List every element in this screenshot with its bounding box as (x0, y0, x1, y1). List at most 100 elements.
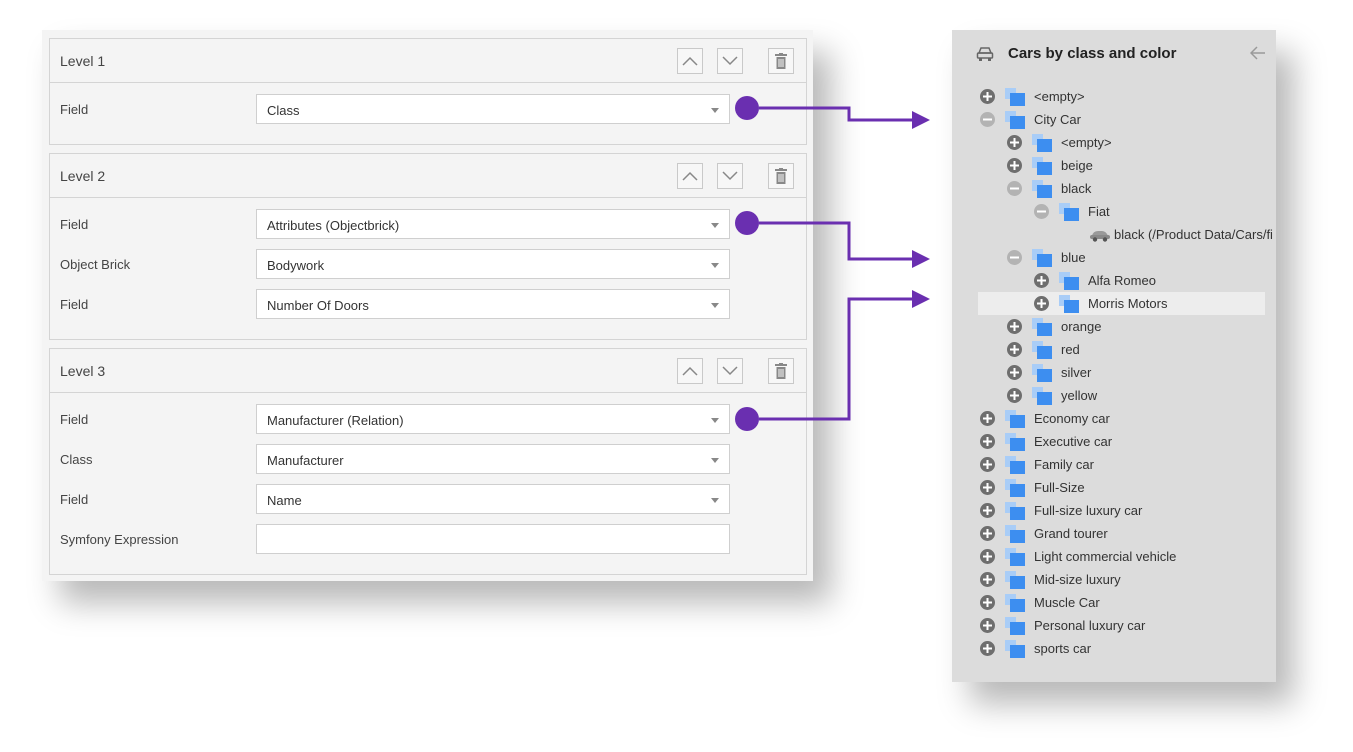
field-select[interactable]: Manufacturer (Relation) (256, 404, 730, 434)
field-select[interactable]: Class (256, 94, 730, 124)
tree-node-label: Grand tourer (1034, 526, 1108, 541)
tree-node-label: black (/Product Data/Cars/fi (1114, 227, 1273, 242)
field-select-value: Number Of Doors (267, 298, 369, 313)
level-2-objectbrick-row: Object Brick Bodywork (50, 249, 806, 279)
tree-node-label: beige (1061, 158, 1093, 173)
tree-node[interactable]: Personal luxury car (952, 614, 1264, 637)
tree-node[interactable]: Alfa Romeo (952, 269, 1264, 292)
expand-icon[interactable] (980, 411, 995, 426)
tree-node[interactable]: Muscle Car (952, 591, 1264, 614)
chevron-down-icon (711, 223, 719, 228)
tree-node-label: silver (1061, 365, 1092, 380)
tree-node[interactable]: red (952, 338, 1264, 361)
delete-level-button[interactable] (768, 163, 794, 189)
connector-arrowhead (912, 290, 930, 308)
tree-node-label: sports car (1034, 641, 1092, 656)
tree-node[interactable]: Mid-size luxury (952, 568, 1264, 591)
expand-icon[interactable] (1007, 158, 1022, 173)
move-up-button[interactable] (677, 358, 703, 384)
expand-icon[interactable] (980, 457, 995, 472)
tree-node-label: Economy car (1034, 411, 1110, 426)
chevron-down-icon (711, 418, 719, 423)
tree-node[interactable]: yellow (952, 384, 1264, 407)
tree-node-label: Light commercial vehicle (1034, 549, 1177, 564)
chevron-down-icon (711, 263, 719, 268)
expand-icon[interactable] (980, 434, 995, 449)
field-label: Field (60, 297, 89, 312)
tree-node[interactable]: Full-size luxury car (952, 499, 1264, 522)
expand-icon[interactable] (980, 503, 995, 518)
class-select[interactable]: Manufacturer (256, 444, 730, 474)
folder-icon (1005, 525, 1025, 543)
connector-arrowhead (912, 250, 930, 268)
level-3-header: Level 3 (50, 349, 806, 393)
tree-node-label: Morris Motors (1088, 296, 1168, 311)
field-select[interactable]: Attributes (Objectbrick) (256, 209, 730, 239)
tree-node[interactable]: sports car (952, 637, 1264, 660)
collapse-icon[interactable] (1007, 181, 1022, 196)
car-icon (976, 47, 994, 61)
tree-node[interactable]: <empty> (952, 131, 1264, 154)
tree-node-label: Family car (1034, 457, 1094, 472)
tree-node[interactable]: Light commercial vehicle (952, 545, 1264, 568)
field-select[interactable]: Number Of Doors (256, 289, 730, 319)
expand-icon[interactable] (980, 572, 995, 587)
level-1-header: Level 1 (50, 39, 806, 83)
expand-icon[interactable] (1007, 135, 1022, 150)
move-down-button[interactable] (717, 358, 743, 384)
tree-node[interactable]: blue (952, 246, 1264, 269)
tree-node[interactable]: Full-Size (952, 476, 1264, 499)
tree-node[interactable]: <empty> (952, 85, 1264, 108)
expand-icon[interactable] (1007, 388, 1022, 403)
tree-node[interactable]: silver (952, 361, 1264, 384)
field-select-value: Name (267, 493, 302, 508)
tree-node[interactable]: black (/Product Data/Cars/fi (952, 223, 1273, 246)
tree-node[interactable]: Executive car (952, 430, 1264, 453)
tree-node[interactable]: black (952, 177, 1264, 200)
expand-icon[interactable] (980, 526, 995, 541)
move-up-button[interactable] (677, 163, 703, 189)
expand-icon[interactable] (1007, 365, 1022, 380)
expand-icon[interactable] (980, 549, 995, 564)
move-down-button[interactable] (717, 163, 743, 189)
objectbrick-select[interactable]: Bodywork (256, 249, 730, 279)
tree-node[interactable]: Economy car (952, 407, 1264, 430)
delete-level-button[interactable] (768, 48, 794, 74)
expand-icon[interactable] (980, 595, 995, 610)
tree-node[interactable]: City Car (952, 108, 1264, 131)
tree-node[interactable]: orange (952, 315, 1264, 338)
folder-icon (1005, 111, 1025, 129)
expand-icon[interactable] (980, 641, 995, 656)
collapse-icon[interactable] (980, 112, 995, 127)
delete-level-button[interactable] (768, 358, 794, 384)
arrow-left-icon[interactable] (1250, 46, 1266, 60)
expand-icon[interactable] (1034, 296, 1049, 311)
expand-icon[interactable] (1034, 273, 1049, 288)
tree-node[interactable]: beige (952, 154, 1264, 177)
expand-icon[interactable] (980, 480, 995, 495)
collapse-icon[interactable] (1034, 204, 1049, 219)
expand-icon[interactable] (1007, 319, 1022, 334)
tree-node[interactable]: Grand tourer (952, 522, 1264, 545)
folder-icon (1059, 203, 1079, 221)
chevron-up-icon (682, 366, 698, 376)
expand-icon[interactable] (980, 89, 995, 104)
move-up-button[interactable] (677, 48, 703, 74)
expand-icon[interactable] (1007, 342, 1022, 357)
tree-node-label: Mid-size luxury (1034, 572, 1121, 587)
expand-icon[interactable] (980, 618, 995, 633)
chevron-down-icon (711, 108, 719, 113)
collapse-icon[interactable] (1007, 250, 1022, 265)
field-select[interactable]: Name (256, 484, 730, 514)
folder-icon (1005, 548, 1025, 566)
tree-node-label: <empty> (1061, 135, 1112, 150)
trash-icon (775, 168, 787, 184)
folder-icon (1005, 88, 1025, 106)
folder-icon (1059, 272, 1079, 290)
tree-node[interactable]: Morris Motors (978, 292, 1265, 315)
level-3-subfield-row: Field Name (50, 484, 806, 514)
move-down-button[interactable] (717, 48, 743, 74)
tree-node[interactable]: Fiat (952, 200, 1264, 223)
symfony-expression-input[interactable] (256, 524, 730, 554)
tree-node[interactable]: Family car (952, 453, 1264, 476)
